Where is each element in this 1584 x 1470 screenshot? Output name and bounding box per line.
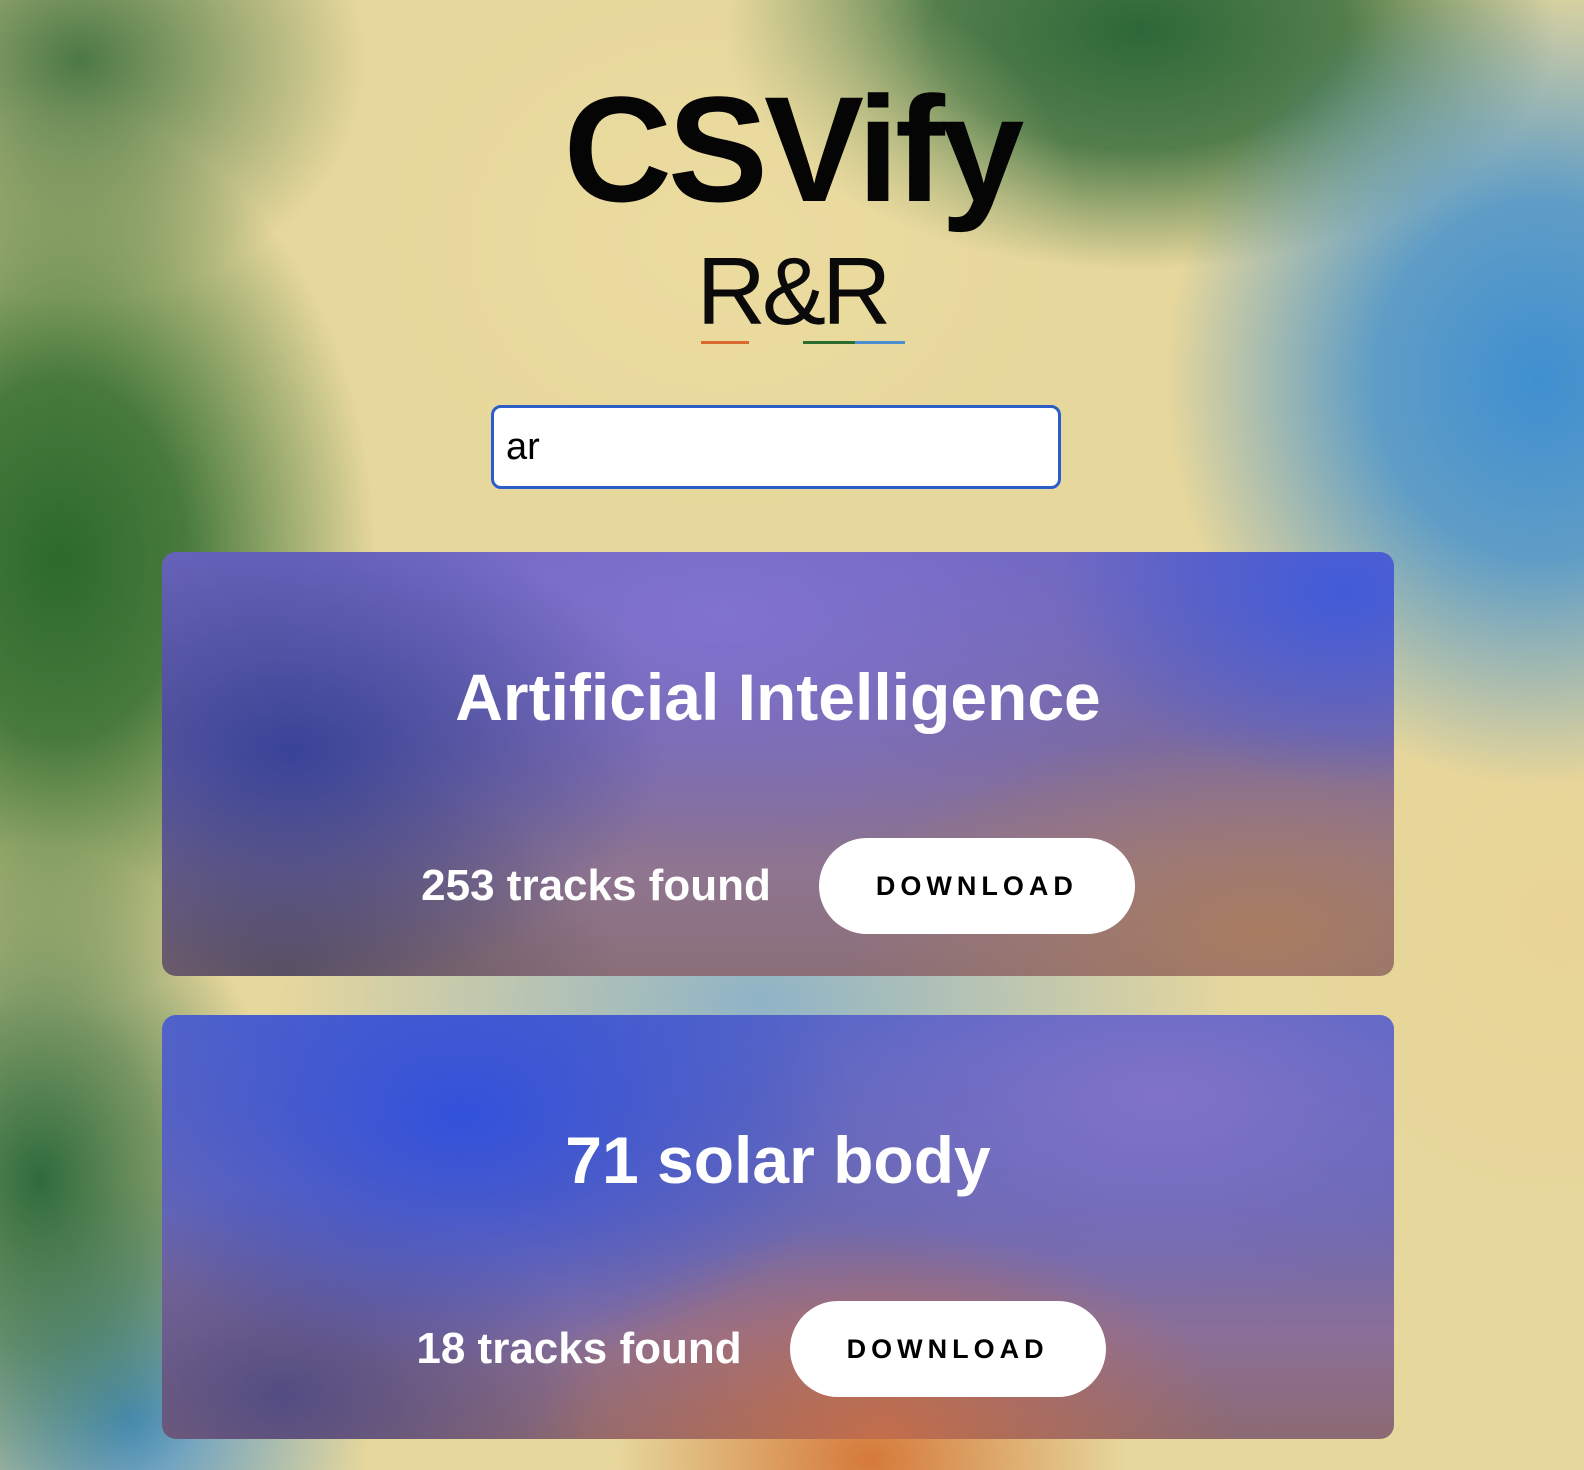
underline-blue xyxy=(854,341,905,344)
subtitle-wrapper: R&R xyxy=(0,244,1584,344)
subtitle-logo: R&R xyxy=(697,244,905,344)
download-button[interactable]: DOWNLOAD xyxy=(789,1301,1106,1397)
track-count: 253 tracks found xyxy=(421,861,771,910)
search-input[interactable] xyxy=(491,405,1061,489)
result-title: 71 solar body xyxy=(565,1123,991,1197)
track-count: 18 tracks found xyxy=(416,1324,742,1373)
result-card: 71 solar body 18 tracks found DOWNLOAD xyxy=(162,1015,1394,1439)
underline-orange xyxy=(700,341,749,344)
result-footer: 18 tracks found DOWNLOAD xyxy=(162,1301,1377,1397)
result-card: Artificial Intelligence 253 tracks found… xyxy=(162,552,1394,976)
result-footer: 253 tracks found DOWNLOAD xyxy=(162,838,1394,934)
result-title: Artificial Intelligence xyxy=(455,660,1101,734)
download-button[interactable]: DOWNLOAD xyxy=(818,838,1135,934)
subtitle-text: R&R xyxy=(696,238,892,345)
underline-green xyxy=(802,341,855,344)
app-title: CSVify xyxy=(563,65,1025,233)
